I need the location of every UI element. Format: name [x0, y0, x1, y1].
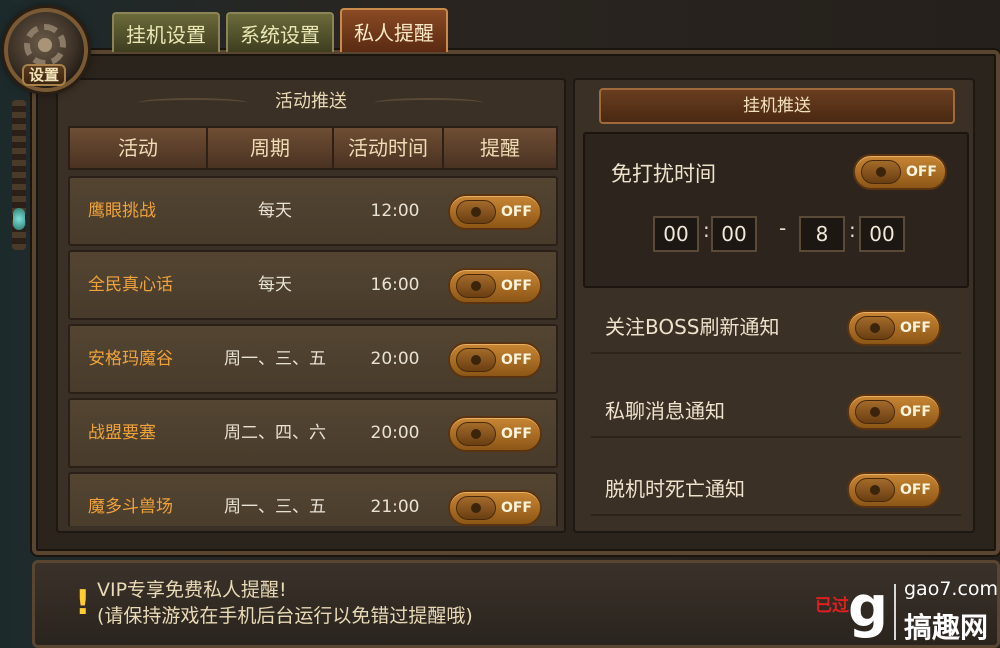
activity-name: 全民真心话: [88, 275, 173, 295]
boss-refresh-toggle[interactable]: OFF: [847, 310, 941, 346]
end-hour-field[interactable]: 8: [799, 216, 845, 252]
tab-afk-settings[interactable]: 挂机设置: [112, 12, 220, 52]
reminder-toggle[interactable]: OFF: [448, 342, 542, 378]
ornament-left: [138, 98, 248, 108]
reminder-toggle[interactable]: OFF: [448, 268, 542, 304]
table-row: 战盟要塞 周二、四、六 20:00 OFF: [68, 398, 558, 468]
table-row: 魔多斗兽场 周一、三、五 21:00 OFF: [68, 472, 558, 526]
dnd-label: 免打扰时间: [611, 162, 716, 186]
offline-death-setting: 脱机时死亡通知 OFF: [591, 466, 961, 516]
col-period: 周期: [208, 128, 334, 168]
private-message-setting: 私聊消息通知 OFF: [591, 388, 961, 438]
table-row: 全民真心话 每天 16:00 OFF: [68, 250, 558, 320]
col-time: 活动时间: [334, 128, 444, 168]
afk-push-title: 挂机推送: [599, 88, 955, 124]
offline-death-toggle[interactable]: OFF: [847, 472, 941, 508]
setting-label: 关注BOSS刷新通知: [605, 315, 780, 339]
watermark-name: 搞趣网: [904, 611, 989, 644]
setting-label: 私聊消息通知: [605, 399, 725, 423]
activity-period: 周二、四、六: [224, 423, 326, 443]
activity-time: 20:00: [370, 349, 420, 369]
boss-refresh-setting: 关注BOSS刷新通知 OFF: [591, 304, 961, 354]
activity-push-title: 活动推送: [58, 80, 564, 124]
exclamation-icon: !: [75, 583, 91, 623]
activity-time: 12:00: [370, 201, 420, 221]
afk-push-panel: 挂机推送 免打扰时间 OFF 00 : 00 - 8 : 00 关注BOSS刷新…: [573, 78, 975, 533]
private-message-toggle[interactable]: OFF: [847, 394, 941, 430]
activity-name: 鹰眼挑战: [88, 201, 156, 221]
vip-tip-line1: VIP专享免费私人提醒!: [97, 579, 287, 601]
activity-period: 周一、三、五: [224, 497, 326, 517]
reminder-toggle[interactable]: OFF: [448, 490, 542, 526]
table-row: 安格玛魔谷 周一、三、五 20:00 OFF: [68, 324, 558, 394]
activity-time: 21:00: [370, 497, 420, 517]
settings-gear-icon[interactable]: 设置: [4, 8, 88, 92]
start-hour-field[interactable]: 00: [653, 216, 699, 252]
end-minute-field[interactable]: 00: [859, 216, 905, 252]
activity-time: 20:00: [370, 423, 420, 443]
setting-label: 脱机时死亡通知: [605, 477, 745, 501]
activity-period: 周一、三、五: [224, 349, 326, 369]
reminder-toggle[interactable]: OFF: [448, 416, 542, 452]
watermark-logo-icon: g: [848, 575, 889, 640]
table-row: 鹰眼挑战 每天 12:00 OFF: [68, 176, 558, 246]
vip-tip-line2: (请保持游戏在手机后台运行以免错过提醒哦): [97, 605, 473, 627]
chain-ornament: [12, 100, 26, 250]
ornament-right: [374, 98, 484, 108]
activity-name: 战盟要塞: [88, 423, 156, 443]
watermark-divider: [894, 584, 896, 640]
tab-system-settings[interactable]: 系统设置: [226, 12, 334, 52]
activity-name: 安格玛魔谷: [88, 349, 173, 369]
activity-list[interactable]: 鹰眼挑战 每天 12:00 OFF 全民真心话 每天 16:00 OFF 安格玛…: [68, 176, 558, 526]
activity-period: 每天: [258, 201, 292, 221]
tab-bar: 挂机设置 系统设置 私人提醒: [112, 8, 448, 52]
activity-period: 每天: [258, 275, 292, 295]
activity-table-header: 活动 周期 活动时间 提醒: [68, 126, 558, 170]
start-minute-field[interactable]: 00: [711, 216, 757, 252]
reminder-toggle[interactable]: OFF: [448, 194, 542, 230]
dnd-toggle[interactable]: OFF: [853, 154, 947, 190]
activity-push-panel: 活动推送 活动 周期 活动时间 提醒 鹰眼挑战 每天 12:00 OFF 全民真…: [56, 78, 566, 533]
gear-label: 设置: [22, 64, 66, 86]
activity-name: 魔多斗兽场: [88, 497, 173, 517]
tab-private-reminders[interactable]: 私人提醒: [340, 8, 448, 52]
watermark-site: gao7.com: [904, 578, 999, 600]
col-remind: 提醒: [480, 136, 520, 160]
gem-ornament: [13, 208, 25, 230]
activity-time: 16:00: [370, 275, 420, 295]
do-not-disturb-section: 免打扰时间 OFF 00 : 00 - 8 : 00: [583, 132, 969, 288]
expired-status: 已过: [815, 596, 849, 616]
col-activity: 活动: [70, 128, 208, 168]
